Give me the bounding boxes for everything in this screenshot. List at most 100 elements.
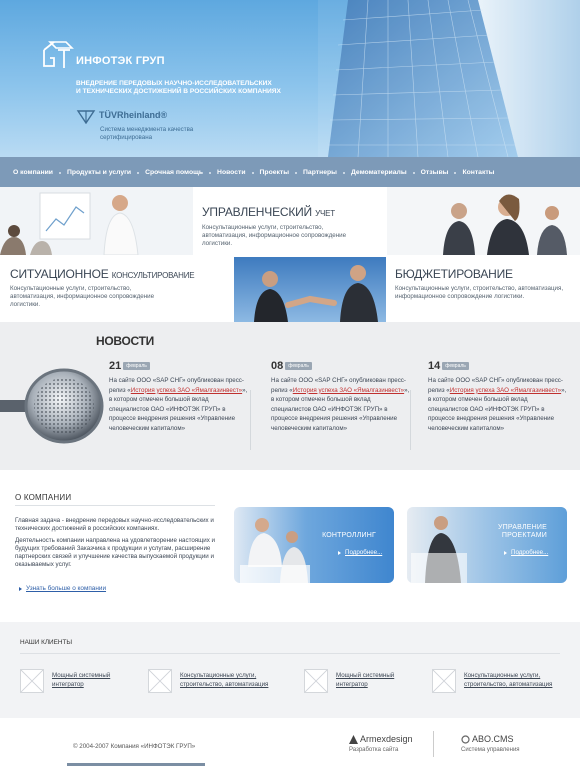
news-day: 14 [428,360,441,372]
abocms-name: ABO.CMS [472,734,514,744]
client-line-1: Консультационные услуги, [464,672,541,679]
client-line-1: Мощный системный [336,672,395,679]
news-link[interactable]: История успеха ЗАО «Ямалгазинвест» [131,387,242,394]
promo-controlling-link-label: Подробнее... [345,549,383,556]
footer-divider [433,731,434,757]
promo-pm-link[interactable]: Подробнее... [504,549,548,556]
client-line-2: интегратор [52,681,84,688]
arrow-right-icon [19,586,22,591]
news-item: 21 февраль На сайте ООО «SAP СНГ» опубли… [109,360,249,434]
promo-controlling[interactable]: КОНТРОЛЛИНГ Подробнее... [234,507,394,583]
news-heading: НОВОСТИ [96,334,154,348]
logo-mark-icon [43,41,74,68]
promo-pm-title: УПРАВЛЕНИЕ ПРОЕКТАМИ [498,524,547,540]
arrow-right-icon [504,550,507,555]
cms-caption: Система управления [461,747,520,753]
news-body: На сайте ООО «SAP СНГ» опубликован пресс… [109,376,249,434]
client-link[interactable]: Консультационные услуги, строительство, … [464,671,552,689]
about-paragraph-1: Главная задача - внедрение передовых нау… [15,517,214,532]
nav-item-about[interactable]: О компании [13,169,61,176]
nav-item-news[interactable]: Новости [217,169,253,176]
presenter-photo [0,187,193,255]
client-link[interactable]: Консультационные услуги, строительство, … [180,671,268,689]
client-line-2: строительство, автоматизация [464,681,553,688]
main-nav: О компании Продукты и услуги Срочная пом… [0,157,580,187]
clients-divider [20,653,560,654]
client-line-1: Мощный системный [52,672,111,679]
news-link[interactable]: История успеха ЗАО «Ямалгазинвест» [293,387,404,394]
cert-line-2: сертифицирована [100,134,153,141]
news-item: 08 февраль На сайте ООО «SAP СНГ» опубли… [271,360,411,434]
about-divider [15,505,215,506]
nav-item-projects[interactable]: Проекты [260,169,297,176]
tuv-brand: TÜVRheinland® [99,110,168,120]
news-divider [250,390,251,450]
service-accounting-title[interactable]: УПРАВЛЕНЧЕСКИЙ УЧЕТ [202,205,335,219]
nav-item-reviews[interactable]: Отзывы [421,169,457,176]
client-line-2: строительство, автоматизация [180,681,269,688]
armexdesign-name: Armexdesign [360,734,413,744]
client-logo-placeholder [304,669,328,693]
news-section: НОВОСТИ 21 февраль На сайте ООО «SAP СНГ… [0,322,580,470]
nav-item-contacts[interactable]: Контакты [462,169,494,176]
service-consulting-title-big: СИТУАЦИОННОЕ [10,267,109,281]
news-body: На сайте ООО «SAP СНГ» опубликован пресс… [428,376,568,434]
abocms-icon [461,734,470,744]
promo-pm-title-line-2: ПРОЕКТАМИ [501,532,547,539]
armexdesign-icon [349,734,358,744]
company-name: ИНФОТЭК ГРУП [76,55,165,67]
service-consulting-title[interactable]: СИТУАЦИОННОЕ КОНСУЛЬТИРОВАНИЕ [10,267,195,281]
news-month-badge: февраль [285,362,312,370]
client-link[interactable]: Мощный системный интегратор [52,671,110,689]
tagline-line-1: ВНЕДРЕНИЕ ПЕРЕДОВЫХ НАУЧНО-ИССЛЕДОВАТЕЛЬ… [76,80,272,87]
news-date: 21 февраль [109,360,249,372]
news-date: 08 февраль [271,360,411,372]
tuv-certification: TÜVRheinland® [76,110,167,124]
promo-project-management[interactable]: УПРАВЛЕНИЕ ПРОЕКТАМИ Подробнее... [407,507,567,583]
handshake-photo [234,257,386,322]
news-month-badge: февраль [442,362,469,370]
client-item[interactable]: Консультационные услуги, строительство, … [148,669,268,693]
client-item[interactable]: Консультационные услуги, строительство, … [432,669,552,693]
site-header: ИНФОТЭК ГРУП ВНЕДРЕНИЕ ПЕРЕДОВЫХ НАУЧНО-… [0,0,580,157]
client-link[interactable]: Мощный системный интегратор [336,671,394,689]
tagline: ВНЕДРЕНИЕ ПЕРЕДОВЫХ НАУЧНО-ИССЛЕДОВАТЕЛЬ… [76,80,306,96]
news-day: 08 [271,360,284,372]
developer-credit[interactable]: Armexdesign Разработка сайта [349,734,413,753]
news-day: 21 [109,360,122,372]
about-more-link-label: Узнать больше о компании [26,585,107,592]
client-line-1: Консультационные услуги, [180,672,257,679]
tuv-triangle-icon [76,110,96,124]
nav-item-demo[interactable]: Демоматериалы [351,169,415,176]
about-more-link[interactable]: Узнать больше о компании [19,585,106,592]
service-budgeting-title[interactable]: БЮДЖЕТИРОВАНИЕ [395,267,513,281]
client-item[interactable]: Мощный системный интегратор [304,669,394,693]
arrow-right-icon [338,550,341,555]
nav-item-urgent-help[interactable]: Срочная помощь [145,169,211,176]
service-accounting-title-big: УПРАВЛЕНЧЕСКИЙ [202,205,312,219]
service-accounting-desc: Консультационные услуги, строительство, … [202,224,347,247]
about-paragraph-2: Деятельность компании направлена на удов… [15,537,215,568]
company-logo[interactable]: ИНФОТЭК ГРУП [40,40,165,70]
client-item[interactable]: Мощный системный интегратор [20,669,110,693]
nav-item-partners[interactable]: Партнеры [303,169,345,176]
clients-section: НАШИ КЛИЕНТЫ Мощный системный интегратор… [0,622,580,718]
news-divider [410,390,411,450]
promo-pm-link-label: Подробнее... [511,549,549,556]
cms-credit[interactable]: ABO.CMS Система управления [461,734,520,753]
services-section: УПРАВЛЕНЧЕСКИЙ УЧЕТ Консультационные усл… [0,187,580,322]
client-logo-placeholder [432,669,456,693]
service-accounting-title-small: УЧЕТ [315,209,335,218]
nav-item-products[interactable]: Продукты и услуги [67,169,140,176]
tagline-line-2: И ТЕХНИЧЕСКИХ ДОСТИЖЕНИЙ В РОССИЙСКИХ КО… [76,88,281,95]
news-month-badge: февраль [123,362,150,370]
controlling-photo [234,507,394,583]
client-line-2: интегратор [336,681,368,688]
news-item: 14 февраль На сайте ООО «SAP СНГ» опубли… [428,360,568,434]
news-body: На сайте ООО «SAP СНГ» опубликован пресс… [271,376,411,434]
client-logo-placeholder [20,669,44,693]
news-link[interactable]: История успеха ЗАО «Ямалгазинвест» [450,387,561,394]
certification-text: Система менеджмента качества сертифициро… [100,126,220,142]
abocms-logo: ABO.CMS [461,734,520,744]
promo-controlling-link[interactable]: Подробнее... [338,549,382,556]
